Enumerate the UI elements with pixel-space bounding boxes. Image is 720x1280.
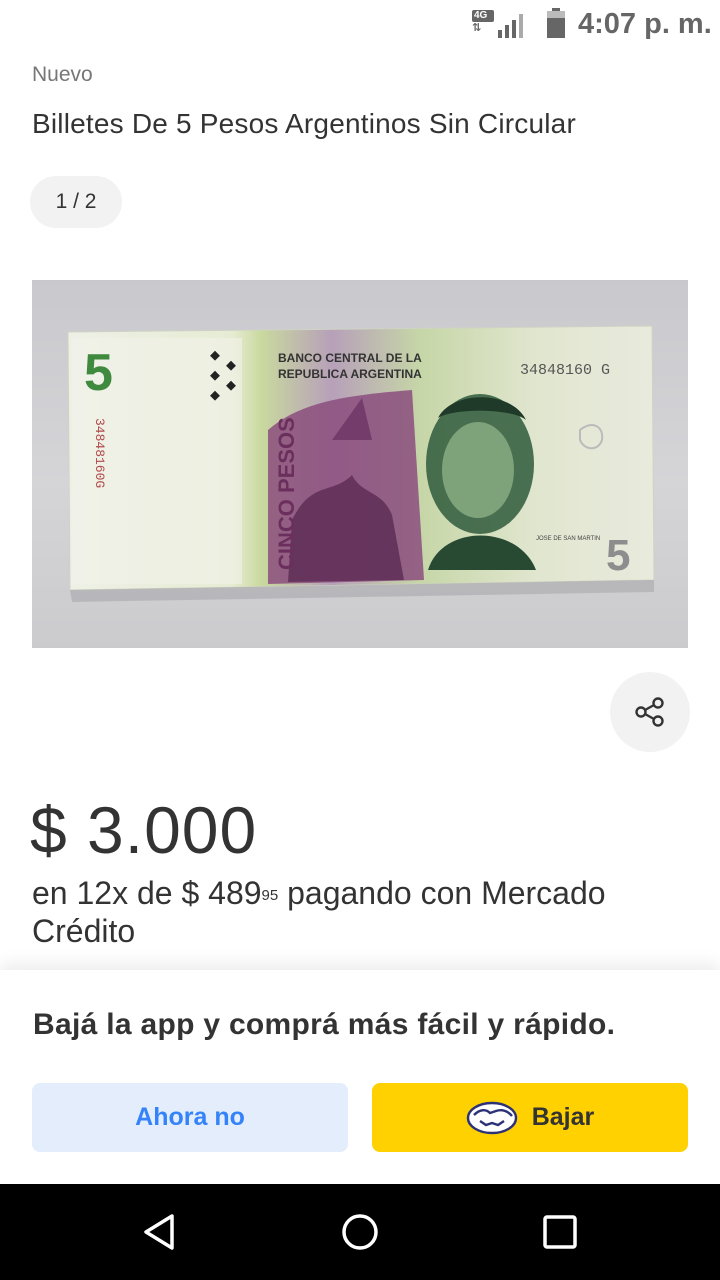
portrait-caption: JOSE DE SAN MARTIN xyxy=(536,536,600,542)
installments-prefix: en 12x de $ 489 xyxy=(32,875,262,911)
product-title: Billetes De 5 Pesos Argentinos Sin Circu… xyxy=(32,108,576,139)
mercadolibre-handshake-icon xyxy=(466,1101,517,1134)
gallery-counter: 1 / 2 xyxy=(30,176,122,228)
product-price: $ 3.000 xyxy=(30,793,258,867)
item-condition: Nuevo xyxy=(32,63,93,86)
app-download-banner: Bajá la app y comprá más fácil y rápido.… xyxy=(0,970,720,1184)
status-bar: 4G ⇅ 4:07 p. m. xyxy=(0,0,720,50)
download-app-label: Bajar xyxy=(531,1103,595,1131)
download-app-button[interactable]: Bajar xyxy=(372,1083,688,1152)
bank-name-line2: REPUBLICA ARGENTINA xyxy=(278,367,422,381)
bank-name-line1: BANCO CENTRAL DE LA xyxy=(278,351,422,365)
dismiss-button[interactable]: Ahora no xyxy=(32,1083,348,1152)
home-circle-icon[interactable] xyxy=(338,1210,382,1254)
signal-icon xyxy=(498,14,523,38)
installments-cents: 95 xyxy=(261,887,279,904)
vertical-serial: 34848160G xyxy=(92,418,107,488)
app-banner-text: Bajá la app y comprá más fácil y rápido. xyxy=(33,1008,616,1041)
note-value-left: 5 xyxy=(84,344,113,402)
clock: 4:07 p. m. xyxy=(578,8,712,40)
recents-square-icon[interactable] xyxy=(538,1210,582,1254)
back-triangle-icon[interactable] xyxy=(138,1210,182,1254)
vertical-denomination: CINCO PESOS xyxy=(274,417,299,570)
product-image[interactable]: 5 34848160G CINCO PESOS BANCO CENTRAL DE… xyxy=(32,280,688,648)
serial-number: 34848160 G xyxy=(520,362,610,379)
note-value-right: 5 xyxy=(606,531,630,580)
network-4g-icon: 4G ⇅ xyxy=(472,10,494,36)
share-icon xyxy=(635,697,664,727)
navigation-bar xyxy=(0,1184,720,1280)
share-button[interactable] xyxy=(610,672,690,752)
battery-icon xyxy=(547,8,565,38)
installments-info: en 12x de $ 48995 pagando con Mercado Cr… xyxy=(32,874,632,950)
